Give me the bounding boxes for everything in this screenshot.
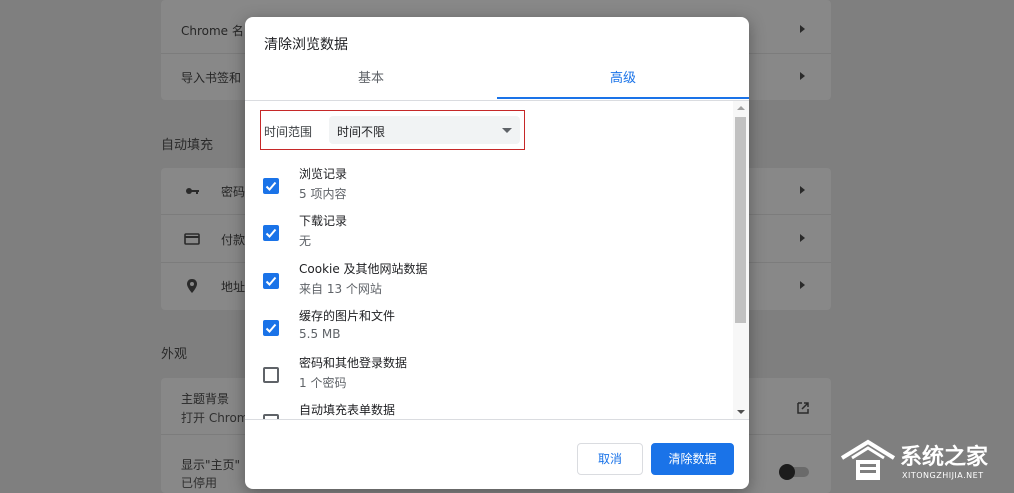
toggle-knob: [779, 464, 795, 480]
section-title-appearance: 外观: [161, 347, 188, 362]
list-item-browsing-history[interactable]: 浏览记录 5 项内容: [245, 163, 733, 210]
chevron-right-icon: [800, 281, 805, 289]
checkbox-passwords[interactable]: [263, 367, 279, 383]
item-label: 密码和其他登录数据: [299, 356, 408, 370]
section-title-autofill: 自动填充: [161, 138, 214, 153]
checkbox-cookies[interactable]: [263, 273, 279, 289]
item-label: 自动填充表单数据: [299, 403, 396, 417]
clear-browsing-data-dialog: 清除浏览数据 基本 高级 时间范围 时间不限 浏览记录 5 项内容 下载记录 无: [245, 17, 749, 489]
item-label: 浏览记录: [299, 167, 348, 181]
chevron-right-icon: [800, 234, 805, 242]
chevron-right-icon: [800, 72, 805, 80]
scroll-up-arrow-icon[interactable]: [737, 106, 745, 110]
checkbox-cached-images[interactable]: [263, 320, 279, 336]
scroll-down-arrow-icon[interactable]: [737, 410, 745, 414]
list-item-cached-images[interactable]: 缓存的图片和文件 5.5 MB: [245, 305, 733, 352]
scroll-thumb[interactable]: [735, 117, 746, 323]
bg-row-label: Chrome 名: [181, 24, 244, 38]
credit-card-icon: [184, 233, 200, 245]
watermark: 系统之家 XITONGZHIJIA.NET: [838, 434, 1010, 490]
bg-row-label: 地址: [221, 280, 246, 294]
cancel-button[interactable]: 取消: [577, 443, 643, 475]
chevron-right-icon: [800, 186, 805, 194]
item-sub: 5 项内容: [299, 187, 347, 201]
dialog-content: 时间范围 时间不限 浏览记录 5 项内容 下载记录 无 Cookie 及其他网站…: [245, 101, 749, 419]
checkbox-download-history[interactable]: [263, 225, 279, 241]
toggle-switch: [779, 464, 809, 480]
checkmark-icon: [265, 181, 277, 191]
scrollbar[interactable]: [733, 101, 749, 419]
clear-data-button[interactable]: 清除数据: [651, 443, 734, 475]
time-range-label: 时间范围: [264, 125, 313, 139]
watermark-en: XITONGZHIJIA.NET: [902, 471, 984, 480]
list-item-passwords[interactable]: 密码和其他登录数据 1 个密码: [245, 352, 733, 399]
list-item-cookies[interactable]: Cookie 及其他网站数据 来自 13 个网站: [245, 258, 733, 305]
checkmark-icon: [265, 276, 277, 286]
bg-row-label: 显示"主页": [181, 458, 241, 472]
bg-row-label: 付款: [221, 233, 246, 247]
item-sub: 无: [299, 234, 312, 248]
open-external-icon: [797, 402, 809, 414]
dialog-footer: 取消 清除数据: [245, 419, 749, 489]
item-sub: 来自 13 个网站: [299, 282, 382, 296]
bg-row-sub: 已停用: [181, 476, 218, 490]
item-label: 下载记录: [299, 214, 348, 228]
item-label: Cookie 及其他网站数据: [299, 262, 428, 276]
checkmark-icon: [265, 323, 277, 333]
time-range-highlight: 时间范围 时间不限: [260, 110, 525, 150]
chevron-right-icon: [800, 25, 805, 33]
bg-row-label: 主题背景: [181, 392, 230, 406]
bg-row-label: 密码: [221, 185, 246, 199]
item-sub: 1 个密码: [299, 376, 347, 390]
checkmark-icon: [265, 228, 277, 238]
item-sub: 5.5 MB: [299, 327, 341, 341]
key-icon: [186, 188, 199, 194]
dialog-tabs: 基本 高级: [245, 66, 749, 101]
dialog-title: 清除浏览数据: [264, 37, 348, 53]
checkbox-browsing-history[interactable]: [263, 178, 279, 194]
bg-row-sub: 打开 Chrom: [181, 411, 249, 425]
time-range-select[interactable]: 时间不限: [329, 116, 520, 144]
location-pin-icon: [187, 279, 197, 293]
caret-down-icon: [502, 128, 512, 133]
item-label: 缓存的图片和文件: [299, 309, 396, 323]
tab-basic[interactable]: 基本: [245, 66, 497, 99]
watermark-logo-icon: [840, 439, 896, 480]
list-item-download-history[interactable]: 下载记录 无: [245, 210, 733, 257]
bg-row-label: 导入书签和: [181, 71, 242, 85]
tab-advanced[interactable]: 高级: [497, 66, 749, 99]
list-item-autofill[interactable]: 自动填充表单数据: [245, 399, 733, 419]
watermark-cn: 系统之家: [900, 445, 989, 470]
time-range-value: 时间不限: [337, 125, 386, 139]
